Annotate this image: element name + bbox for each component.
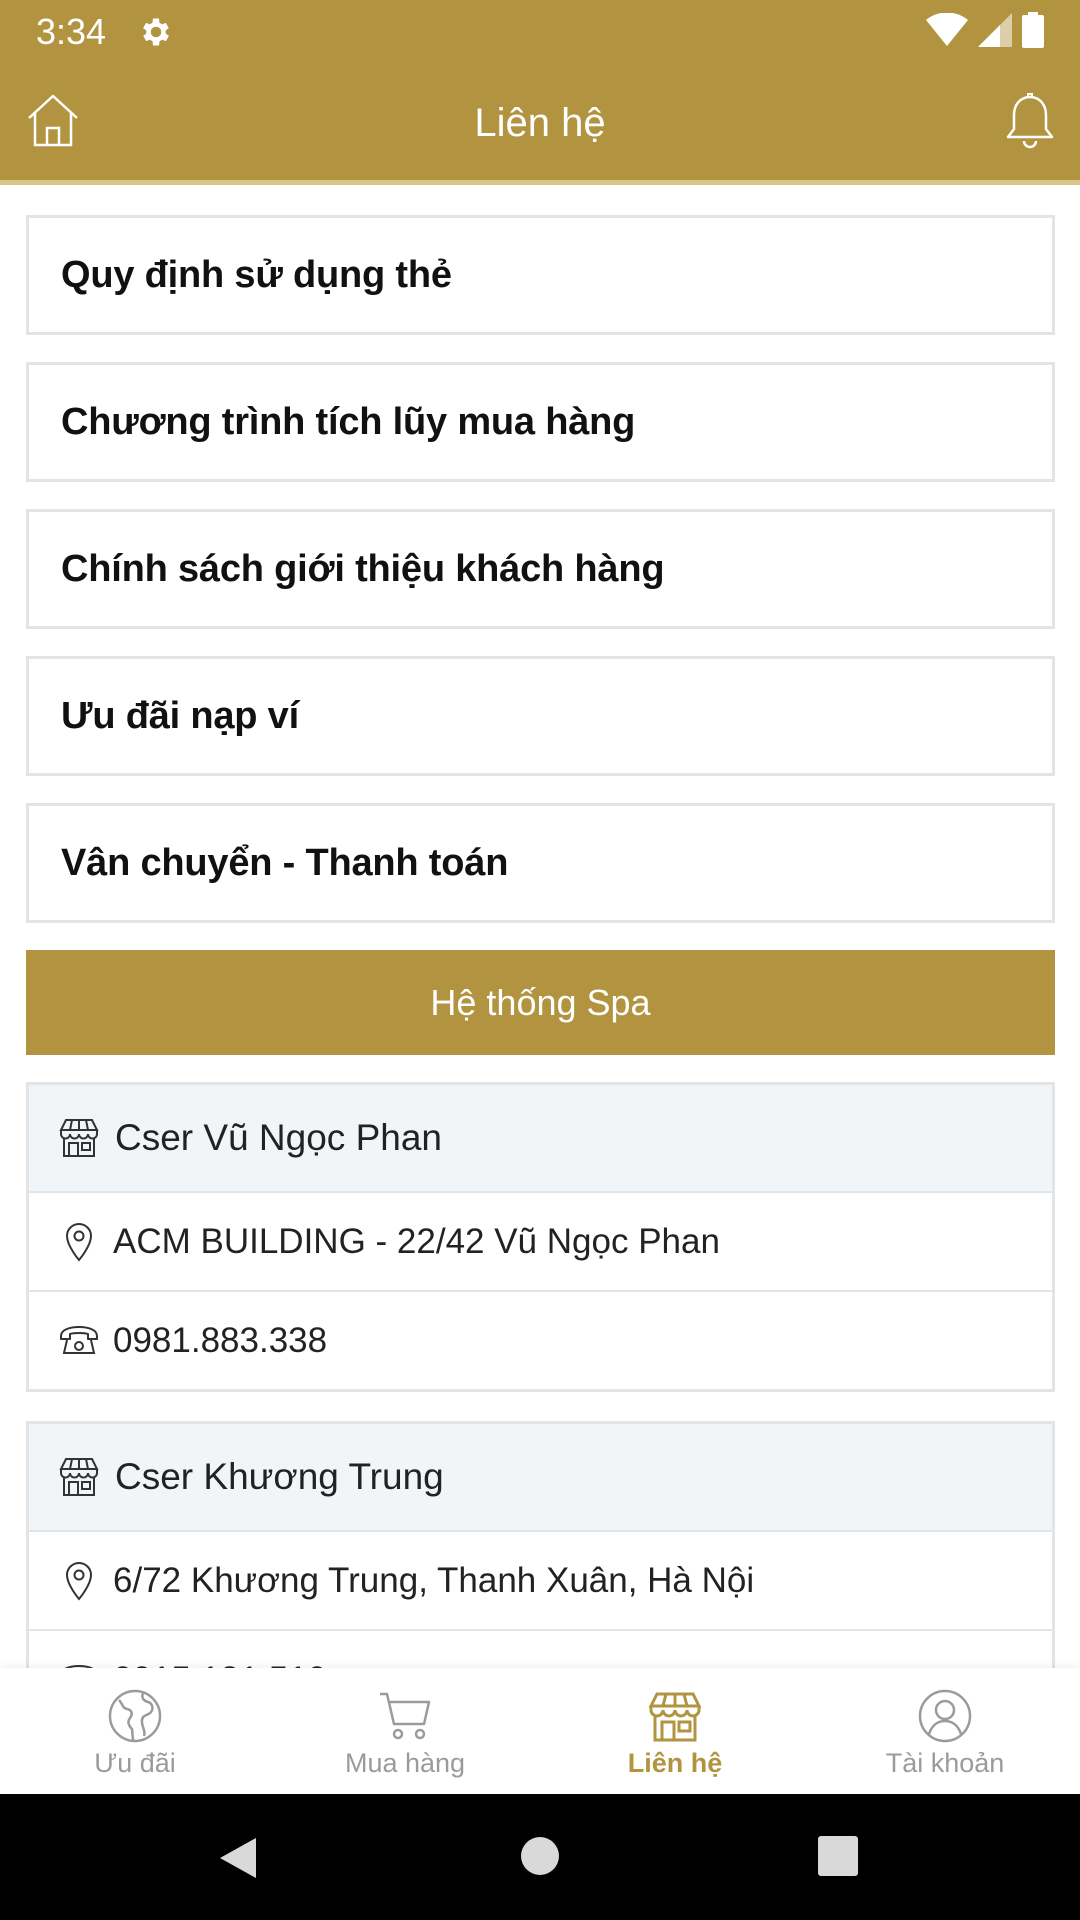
system-nav-bar — [0, 1794, 1080, 1920]
menu-item-label: Quy định sử dụng thẻ — [61, 253, 452, 296]
branch-name-row: Cser Vũ Ngọc Phan — [29, 1085, 1052, 1191]
signal-icon — [978, 13, 1012, 47]
menu-item-label: Chương trình tích lũy mua hàng — [61, 400, 636, 443]
nav-tab-label: Mua hàng — [344, 1748, 466, 1778]
branch-card[interactable]: Cser Vũ Ngọc Phan ACM BUILDING - 22/42 V… — [26, 1082, 1055, 1392]
phone-icon — [63, 1664, 95, 1668]
store-icon — [59, 1458, 99, 1496]
menu-list: Quy định sử dụng thẻ Chương trình tích l… — [26, 215, 1055, 950]
status-icons — [926, 12, 1044, 48]
branch-address: 6/72 Khương Trung, Thanh Xuân, Hà Nội — [113, 1560, 755, 1600]
home-circle-icon[interactable] — [520, 1836, 560, 1876]
branch-address-row: 6/72 Khương Trung, Thanh Xuân, Hà Nội — [29, 1530, 1052, 1629]
wifi-icon — [926, 13, 968, 46]
store-icon — [59, 1119, 99, 1157]
menu-item-label: Vân chuyển - Thanh toán — [61, 841, 509, 884]
nav-tab-shopping[interactable]: Mua hàng — [270, 1668, 540, 1794]
branch-name: Cser Vũ Ngọc Phan — [115, 1117, 443, 1158]
branch-card[interactable]: Cser Khương Trung 6/72 Khương Trung, Tha… — [26, 1421, 1055, 1668]
bell-icon[interactable] — [1002, 93, 1058, 151]
spa-system-title: Hệ thống Spa — [430, 981, 651, 1023]
menu-item-label: Chính sách giới thiệu khách hàng — [61, 547, 665, 590]
branch-phone-row[interactable]: 0981.883.338 — [29, 1290, 1052, 1389]
page-title: Liên hệ — [474, 101, 606, 145]
nav-tab-label: Tài khoản — [885, 1748, 1005, 1778]
nav-tab-account[interactable]: Tài khoản — [810, 1668, 1080, 1794]
status-bar: 3:34 — [0, 0, 1080, 63]
location-pin-icon — [65, 1222, 93, 1262]
menu-item-referral-policy[interactable]: Chính sách giới thiệu khách hàng — [26, 509, 1055, 629]
gear-icon — [143, 18, 169, 46]
branch-phone: 0915.181.519 — [113, 1660, 327, 1669]
nav-tab-offers[interactable]: Ưu đãi — [0, 1668, 270, 1794]
location-pin-icon — [65, 1561, 93, 1601]
nav-tab-label: Ưu đãi — [94, 1748, 176, 1778]
nav-tab-label: Liên hệ — [627, 1748, 723, 1778]
spa-system-header: Hệ thống Spa — [26, 950, 1055, 1055]
menu-item-wallet-topup[interactable]: Ưu đãi nạp ví — [26, 656, 1055, 776]
menu-item-label: Ưu đãi nạp ví — [61, 694, 299, 737]
nav-tab-contact[interactable]: Liên hệ — [540, 1668, 810, 1794]
menu-item-shipping-payment[interactable]: Vân chuyển - Thanh toán — [26, 803, 1055, 923]
user-icon — [918, 1689, 972, 1743]
status-time: 3:34 — [36, 11, 107, 52]
branch-name: Cser Khương Trung — [115, 1456, 444, 1497]
branch-phone: 0981.883.338 — [113, 1320, 328, 1360]
branch-phone-row[interactable]: 0915.181.519 — [29, 1629, 1052, 1668]
menu-item-loyalty-program[interactable]: Chương trình tích lũy mua hàng — [26, 362, 1055, 482]
bottom-nav: Ưu đãi Mua hàng Liên hệ Tài khoản — [0, 1668, 1080, 1794]
content-area: Quy định sử dụng thẻ Chương trình tích l… — [0, 190, 1080, 1668]
globe-icon — [108, 1689, 162, 1743]
battery-icon — [1022, 12, 1044, 48]
cart-icon — [380, 1692, 431, 1740]
menu-item-card-rules[interactable]: Quy định sử dụng thẻ — [26, 215, 1055, 335]
phone-icon — [60, 1325, 98, 1354]
app-bar: Liên hệ — [0, 63, 1080, 185]
back-icon[interactable] — [216, 1836, 260, 1880]
branch-name-row: Cser Khương Trung — [29, 1424, 1052, 1530]
branch-address: ACM BUILDING - 22/42 Vũ Ngọc Phan — [113, 1221, 720, 1261]
store-icon — [648, 1692, 702, 1742]
recent-apps-icon[interactable] — [818, 1836, 858, 1876]
branch-address-row: ACM BUILDING - 22/42 Vũ Ngọc Phan — [29, 1191, 1052, 1290]
